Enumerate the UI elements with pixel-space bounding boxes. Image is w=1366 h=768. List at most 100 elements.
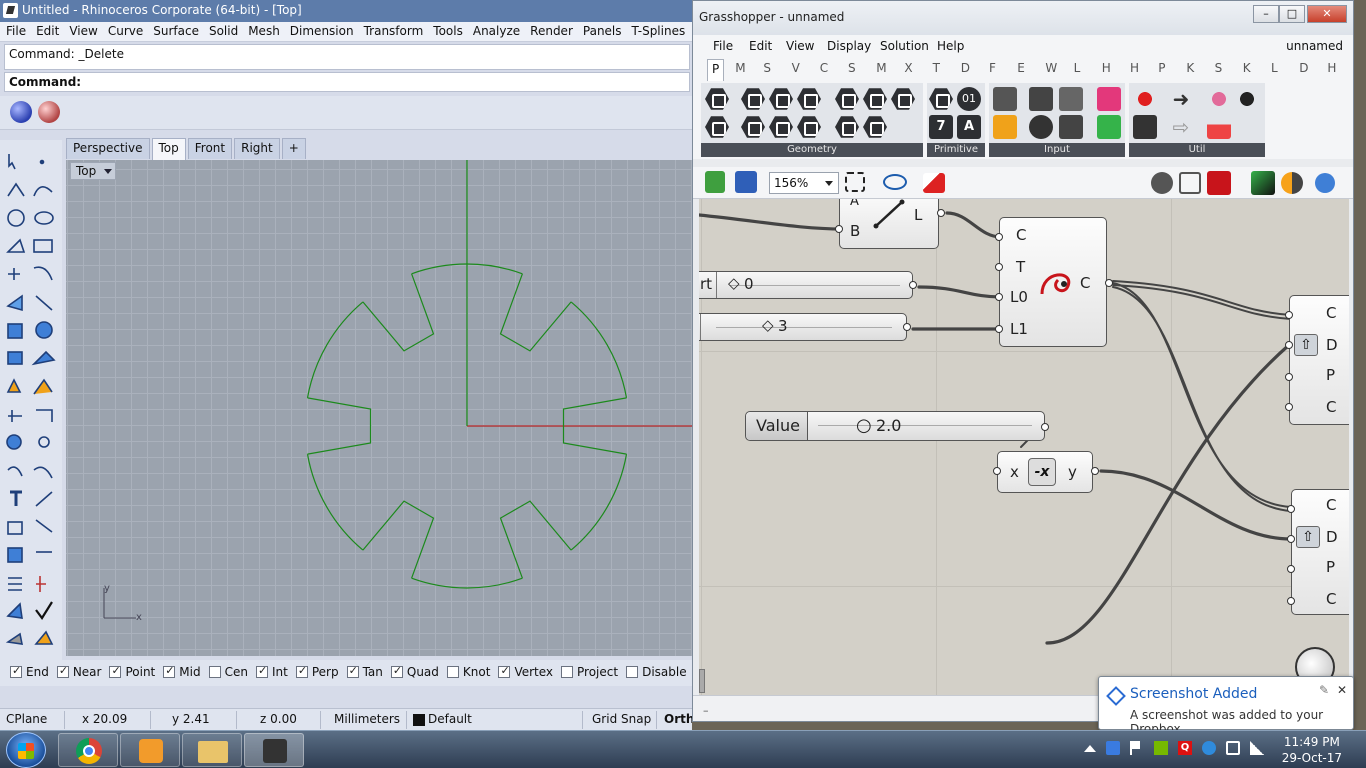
gh-menu-display[interactable]: Display	[827, 39, 871, 53]
osnap-checkbox[interactable]	[390, 664, 403, 678]
rhino-menu-mesh[interactable]: Mesh	[242, 22, 284, 38]
preview-shaded-icon[interactable]	[1151, 172, 1173, 194]
tray-cloud-icon[interactable]	[1202, 741, 1216, 755]
input-import-icon[interactable]	[993, 87, 1017, 111]
negative-pin-out[interactable]	[1091, 467, 1099, 475]
geometry-icon-6[interactable]	[863, 88, 887, 110]
geometry-icon-8[interactable]	[705, 116, 729, 138]
gh-tab-20[interactable]: L	[1271, 61, 1278, 75]
value-slider-pin[interactable]	[1041, 423, 1049, 431]
material-icon[interactable]	[1281, 172, 1303, 194]
status-grid-snap[interactable]: Grid Snap	[592, 712, 651, 726]
geometry-icon-9[interactable]	[741, 116, 765, 138]
status-ortho[interactable]: Ortho	[664, 712, 692, 726]
rhino-menu-tools[interactable]: Tools	[427, 22, 467, 38]
osnap-checkbox[interactable]	[109, 664, 122, 678]
taskbar-rhino-icon[interactable]	[244, 733, 304, 767]
component-top-right[interactable]: C D P C ⇧	[1289, 295, 1349, 425]
geometry-icon-5[interactable]	[835, 88, 859, 110]
gh-tab-5[interactable]: S	[848, 61, 856, 75]
viewport-title-label[interactable]: Top	[70, 162, 116, 180]
gh-tab-18[interactable]: S	[1215, 61, 1223, 75]
input-list-icon[interactable]	[1059, 115, 1083, 139]
tab-top[interactable]: Top	[151, 138, 186, 160]
primitive-text-icon[interactable]: A	[957, 115, 981, 139]
sketch-brush-icon[interactable]	[923, 173, 945, 193]
zoom-extents-icon[interactable]	[845, 172, 865, 192]
tray-quickheal-icon[interactable]: Q	[1178, 741, 1192, 755]
util-cluster-icon[interactable]	[1207, 87, 1231, 111]
value-slider-grip-icon[interactable]: ○	[856, 415, 872, 436]
util-flask-icon[interactable]	[1207, 115, 1231, 139]
gh-tab-12[interactable]: W	[1045, 61, 1057, 75]
maximize-button[interactable]: □	[1279, 5, 1305, 23]
osnap-cen[interactable]: Cen	[208, 665, 248, 679]
notification-settings-icon[interactable]: ✎	[1319, 683, 1329, 697]
end-slider[interactable]: ◇ 3	[699, 313, 907, 341]
rhino-menu-tsplines[interactable]: T-Splines	[626, 22, 690, 38]
gh-menu-view[interactable]: View	[786, 39, 814, 53]
gh-tab-17[interactable]: K	[1186, 61, 1194, 75]
gh-tab-0[interactable]: P	[707, 59, 725, 81]
osnap-perp[interactable]: Perp	[295, 664, 339, 679]
osnap-checkbox[interactable]	[10, 664, 22, 678]
open-file-icon[interactable]	[705, 171, 725, 193]
polysurface-sphere-icon[interactable]	[38, 101, 60, 123]
taskbar-media-player-icon[interactable]	[120, 733, 180, 767]
negative-component[interactable]: x -x y	[997, 451, 1093, 493]
osnap-knot[interactable]: Knot	[446, 665, 490, 679]
osnap-quad[interactable]: Quad	[390, 664, 439, 679]
rhino-title-bar[interactable]: Untitled - Rhinoceros Corporate (64-bit)…	[0, 0, 692, 22]
arc-pin-l0[interactable]	[995, 293, 1003, 301]
gh-tab-8[interactable]: T	[933, 61, 940, 75]
gh-tab-3[interactable]: V	[792, 61, 800, 75]
preview-eye-icon[interactable]	[883, 174, 907, 190]
geometry-icon-12[interactable]	[835, 116, 859, 138]
arc-pin-c[interactable]	[995, 233, 1003, 241]
gh-tab-13[interactable]: L	[1074, 61, 1081, 75]
tray-expand-icon[interactable]	[1084, 745, 1096, 752]
util-arrow-icon[interactable]: ➜	[1169, 87, 1193, 111]
rhino-menu-panels[interactable]: Panels	[577, 22, 626, 38]
status-units[interactable]: Millimeters	[334, 712, 400, 726]
top-comp-pin-c1[interactable]	[1285, 311, 1293, 319]
arc-component[interactable]: C T L0 L1 C	[999, 217, 1107, 347]
panel-geometry-title[interactable]: Geometry	[701, 143, 923, 157]
rhino-menu-render[interactable]: Render	[524, 22, 577, 38]
add-tab-button[interactable]: +	[281, 138, 306, 159]
rhino-menu-dimension[interactable]: Dimension	[284, 22, 358, 38]
rhino-menu-solid[interactable]: Solid	[203, 22, 242, 38]
top-comp-pin-d[interactable]	[1285, 341, 1293, 349]
top-comp-pin-c2[interactable]	[1285, 403, 1293, 411]
line-pin-l[interactable]	[937, 209, 945, 217]
preview-selected-icon[interactable]	[1207, 171, 1231, 195]
gh-canvas[interactable]: A B L C T L0 L1 C rt ◇ 0 ◇ 3 Value ○ 2.0…	[699, 199, 1349, 695]
value-number-slider[interactable]: Value ○ 2.0	[745, 411, 1045, 441]
tray-usb-icon[interactable]	[1226, 741, 1240, 755]
gh-tab-9[interactable]: D	[961, 61, 970, 75]
osnap-checkbox[interactable]	[561, 666, 574, 678]
arc-pin-out[interactable]	[1105, 279, 1113, 287]
gh-tab-2[interactable]: S	[763, 61, 771, 75]
start-slider[interactable]: rt ◇ 0	[699, 271, 913, 299]
gh-tab-6[interactable]: M	[876, 61, 886, 75]
start-slider-grip-icon[interactable]: ◇	[728, 274, 740, 292]
tool-icons[interactable]	[0, 140, 62, 660]
osnap-project[interactable]: Project	[561, 665, 618, 679]
primitive-icon-1[interactable]	[929, 88, 953, 110]
gh-document-name[interactable]: unnamed	[1286, 39, 1343, 53]
status-cplane[interactable]: CPlane	[6, 712, 47, 726]
tray-nvidia-icon[interactable]	[1154, 741, 1168, 755]
osnap-checkbox[interactable]	[346, 664, 359, 678]
panel-input-title[interactable]: Input	[989, 143, 1125, 157]
tab-perspective[interactable]: Perspective	[66, 138, 150, 159]
preview-wire-icon[interactable]	[1179, 172, 1201, 194]
gh-tab-7[interactable]: X	[904, 61, 912, 75]
taskbar-explorer-icon[interactable]	[182, 733, 242, 767]
taskbar-chrome-icon[interactable]	[58, 733, 118, 767]
gh-menu-file[interactable]: File	[713, 39, 733, 53]
minimize-button[interactable]: –	[1253, 5, 1279, 23]
osnap-tan[interactable]: Tan	[346, 664, 383, 679]
end-slider-pin[interactable]	[903, 323, 911, 331]
panel-util-title[interactable]: Util	[1129, 143, 1265, 157]
